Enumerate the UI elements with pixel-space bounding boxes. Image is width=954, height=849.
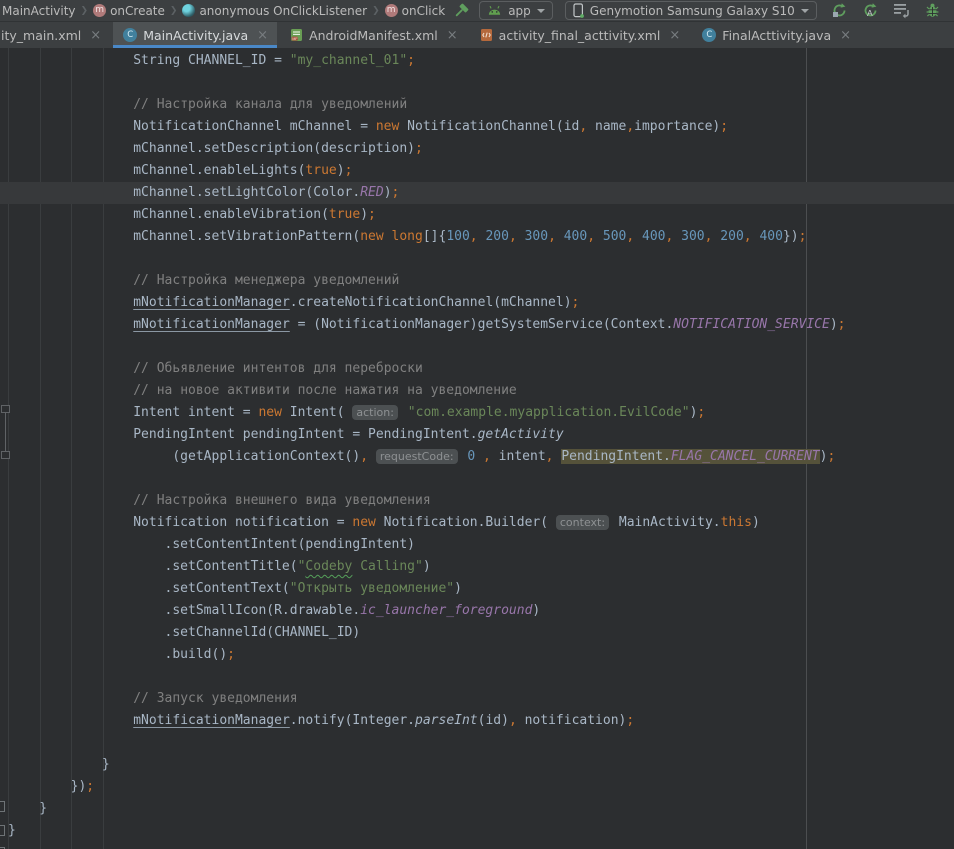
tab-AndroidManifest.xml[interactable]: MF AndroidManifest.xml × <box>280 22 467 48</box>
breadcrumb-separator-icon: ❯ <box>170 6 178 16</box>
breadcrumb-label: MainActivity <box>2 4 76 18</box>
code-line <box>8 666 954 688</box>
fold-marker[interactable] <box>0 825 5 836</box>
run-config-label: app <box>508 4 531 18</box>
code-line: .setContentText("Открыть уведомление") <box>8 578 954 600</box>
tab-FinalActtivity.java[interactable]: C FinalActtivity.java × <box>692 22 860 48</box>
code-line: mNotificationManager.createNotificationC… <box>8 292 954 314</box>
code-line: mChannel.setVibrationPattern(new long[]{… <box>8 226 954 248</box>
method-icon: m <box>385 4 398 17</box>
device-label: Genymotion Samsung Galaxy S10 <box>590 4 795 18</box>
close-icon[interactable]: × <box>90 29 101 42</box>
android-icon <box>487 5 502 16</box>
xml-icon <box>480 28 493 42</box>
code-line: (getApplicationContext(), requestCode: 0… <box>8 446 954 468</box>
build-button[interactable] <box>453 3 469 19</box>
code-line: NotificationChannel mChannel = new Notif… <box>8 116 954 138</box>
breadcrumb-item[interactable]: m onClick <box>385 4 446 18</box>
code-line: mChannel.enableVibration(true); <box>8 204 954 226</box>
code-line <box>8 336 954 358</box>
breadcrumb-label: onCreate <box>110 4 165 18</box>
breadcrumb-separator-icon: ❯ <box>81 6 89 16</box>
chevron-down-icon <box>537 9 545 13</box>
code-line: String CHANNEL_ID = "my_channel_01"; <box>8 50 954 72</box>
code-line: mChannel.setDescription(description); <box>8 138 954 160</box>
profiler-list-icon <box>893 2 910 19</box>
apply-code-changes-button[interactable]: A <box>862 2 879 19</box>
apply-code-changes-icon: A <box>862 2 879 19</box>
breadcrumb-item[interactable]: anonymous OnClickListener <box>182 4 367 18</box>
svg-text:MF: MF <box>292 37 298 41</box>
tab-label: MainActivity.java <box>143 28 248 43</box>
close-icon[interactable]: × <box>840 29 851 42</box>
profiler-list-button[interactable] <box>893 2 910 19</box>
tab-label: activity_final_acttivity.xml <box>499 28 661 43</box>
class-icon: C <box>702 28 716 42</box>
fold-marker[interactable] <box>0 801 5 812</box>
tab-ity_main.xml[interactable]: ity_main.xml × <box>0 22 110 48</box>
hammer-icon <box>453 3 469 19</box>
code-line: PendingIntent pendingIntent = PendingInt… <box>8 424 954 446</box>
close-icon[interactable]: × <box>447 29 458 42</box>
code-line: mChannel.enableLights(true); <box>8 160 954 182</box>
fold-marker[interactable] <box>1 405 10 413</box>
code-line: mNotificationManager.notify(Integer.pars… <box>8 710 954 732</box>
code-area[interactable]: String CHANNEL_ID = "my_channel_01"; // … <box>0 48 954 849</box>
code-line: Notification notification = new Notifica… <box>8 512 954 534</box>
code-line: }); <box>8 776 954 798</box>
manifest-icon: MF <box>290 28 303 42</box>
tab-MainActivity.java[interactable]: C MainActivity.java × <box>113 22 277 48</box>
tab-activity_final_acttivity.xml[interactable]: activity_final_acttivity.xml × <box>470 22 690 48</box>
debug-icon <box>924 2 941 19</box>
code-line: .build(); <box>8 644 954 666</box>
breadcrumb-label: anonymous OnClickListener <box>199 4 367 18</box>
method-icon: m <box>93 4 106 17</box>
code-line: } <box>8 754 954 776</box>
code-line: mNotificationManager = (NotificationMana… <box>8 314 954 336</box>
code-line: .setContentTitle("Codeby Calling") <box>8 556 954 578</box>
debug-button[interactable] <box>924 2 941 19</box>
breadcrumb-separator-icon: ❯ <box>372 6 380 16</box>
breadcrumb-item[interactable]: m onCreate <box>93 4 165 18</box>
fold-marker[interactable] <box>1 451 10 459</box>
breadcrumb-label: onClick <box>402 4 446 18</box>
code-line: .setSmallIcon(R.drawable.ic_launcher_for… <box>8 600 954 622</box>
apply-changes-icon <box>831 2 848 19</box>
code-line: // Обьявление интентов для переброски <box>8 358 954 380</box>
tab-label: FinalActtivity.java <box>722 28 831 43</box>
tab-label: AndroidManifest.xml <box>309 28 438 43</box>
code-line: // на новое активити после нажатия на ув… <box>8 380 954 402</box>
code-line: // Настройка канала для уведомлений <box>8 94 954 116</box>
main-toolbar: MainActivity ❯ m onCreate ❯ anonymous OnClick… <box>0 0 954 22</box>
code-line: Intent intent = new Intent( action: "com… <box>8 402 954 424</box>
code-line: .setContentIntent(pendingIntent) <box>8 534 954 556</box>
chevron-down-icon <box>801 9 809 13</box>
class-icon: C <box>123 28 137 42</box>
code-line: // Запуск уведомления <box>8 688 954 710</box>
code-line-current: mChannel.setLightColor(Color.RED); <box>0 182 954 204</box>
code-line: // Настройка внешнего вида уведомления <box>8 490 954 512</box>
code-line: } <box>8 798 954 820</box>
code-line: // Настройка менеджера уведомлений <box>8 270 954 292</box>
code-editor[interactable]: String CHANNEL_ID = "my_channel_01"; // … <box>0 48 954 849</box>
anonymous-class-icon <box>182 4 195 17</box>
svg-text:A: A <box>867 8 873 18</box>
code-line <box>8 732 954 754</box>
device-select[interactable]: Genymotion Samsung Galaxy S10 <box>565 1 817 20</box>
editor-tab-bar: ity_main.xml × C MainActivity.java × MF Androi… <box>0 22 954 48</box>
close-icon[interactable]: × <box>669 29 680 42</box>
run-config-select[interactable]: app <box>479 1 553 20</box>
tab-label: ity_main.xml <box>1 28 81 43</box>
code-line: .setChannelId(CHANNEL_ID) <box>8 622 954 644</box>
code-line <box>8 468 954 490</box>
breadcrumb-item[interactable]: MainActivity <box>2 4 76 18</box>
toolbar-action-icons: A <box>831 2 954 19</box>
apply-changes-button[interactable] <box>831 2 848 19</box>
code-line <box>8 72 954 94</box>
code-line: } <box>8 820 954 842</box>
code-line <box>8 248 954 270</box>
breadcrumb: MainActivity ❯ m onCreate ❯ anonymous OnClick… <box>0 0 445 21</box>
phone-icon <box>573 3 584 18</box>
close-icon[interactable]: × <box>257 29 268 42</box>
